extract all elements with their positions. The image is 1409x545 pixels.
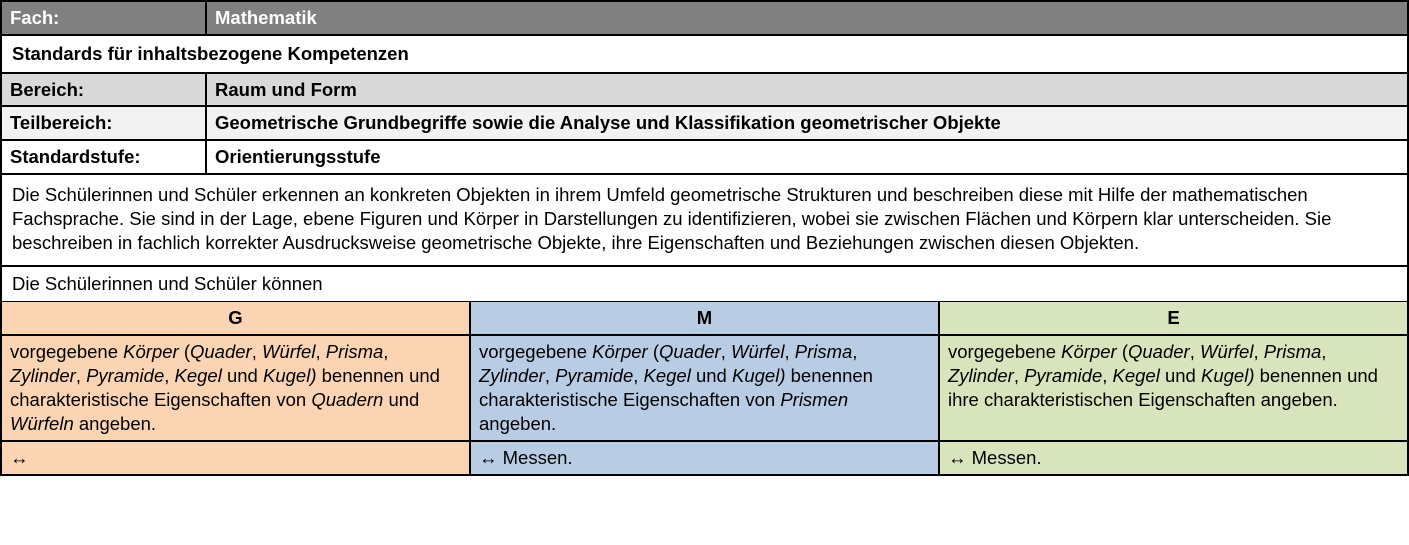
column-m-footer: ↔ Messen. bbox=[470, 441, 939, 475]
text: , bbox=[252, 341, 262, 362]
link-arrow-icon: ↔ bbox=[479, 447, 498, 468]
text: ( bbox=[179, 341, 190, 362]
text: , bbox=[545, 365, 555, 386]
text: , bbox=[315, 341, 325, 362]
standardstufe-value: Orientierungsstufe bbox=[206, 140, 1408, 174]
gme-header-row: G M E bbox=[1, 301, 1408, 335]
teilbereich-value: Geometrische Grundbegriffe sowie die Ana… bbox=[206, 106, 1408, 140]
term-kegel: Kegel bbox=[175, 365, 222, 386]
text: , bbox=[852, 341, 857, 362]
term-wuerfeln: Würfeln bbox=[10, 413, 74, 434]
term-prisma: Prisma bbox=[326, 341, 384, 362]
text: , bbox=[164, 365, 174, 386]
term-koerper: Körper bbox=[592, 341, 648, 362]
intro-text: Die Schülerinnen und Schüler können bbox=[1, 266, 1408, 301]
text: vorgegebene bbox=[10, 341, 123, 362]
text: ( bbox=[648, 341, 659, 362]
row-fach: Fach: Mathematik bbox=[1, 1, 1408, 35]
term-quadern: Quadern bbox=[311, 389, 383, 410]
gme-body-row: vorgegebene Körper (Quader, Würfel, Pris… bbox=[1, 335, 1408, 441]
fach-value: Mathematik bbox=[206, 1, 1408, 35]
bereich-label: Bereich: bbox=[1, 73, 206, 107]
standardstufe-label: Standardstufe: bbox=[1, 140, 206, 174]
term-wuerfel: Würfel bbox=[262, 341, 315, 362]
text: , bbox=[1190, 341, 1200, 362]
text: und bbox=[691, 365, 732, 386]
row-standardstufe: Standardstufe: Orientierungsstufe bbox=[1, 140, 1408, 174]
row-bereich: Bereich: Raum und Form bbox=[1, 73, 1408, 107]
text: vorgegebene bbox=[479, 341, 592, 362]
text: , bbox=[1253, 341, 1263, 362]
text: und bbox=[222, 365, 263, 386]
term-quader: Quader bbox=[1128, 341, 1190, 362]
term-koerper: Körper bbox=[123, 341, 179, 362]
curriculum-table: Fach: Mathematik Standards für inhaltsbe… bbox=[0, 0, 1409, 476]
term-prisma: Prisma bbox=[795, 341, 853, 362]
term-zylinder: Zylinder bbox=[479, 365, 545, 386]
text: , bbox=[1102, 365, 1112, 386]
term-kugel: Kugel) bbox=[263, 365, 316, 386]
fach-label: Fach: bbox=[1, 1, 206, 35]
term-quader: Quader bbox=[190, 341, 252, 362]
column-g-footer: ↔ bbox=[1, 441, 470, 475]
term-pyramide: Pyramide bbox=[555, 365, 633, 386]
text: , bbox=[383, 341, 388, 362]
text: , bbox=[76, 365, 86, 386]
text: ( bbox=[1117, 341, 1128, 362]
row-teilbereich: Teilbereich: Geometrische Grundbegriffe … bbox=[1, 106, 1408, 140]
link-arrow-icon: ↔ bbox=[10, 447, 29, 468]
term-pyramide: Pyramide bbox=[86, 365, 164, 386]
column-g-body: vorgegebene Körper (Quader, Würfel, Pris… bbox=[1, 335, 470, 441]
text: , bbox=[1321, 341, 1326, 362]
description-text: Die Schülerinnen und Schüler erkennen an… bbox=[1, 174, 1408, 266]
footer-text: Messen. bbox=[967, 447, 1042, 468]
column-m-header: M bbox=[470, 301, 939, 335]
column-m-body: vorgegebene Körper (Quader, Würfel, Pris… bbox=[470, 335, 939, 441]
text: , bbox=[1014, 365, 1024, 386]
term-pyramide: Pyramide bbox=[1024, 365, 1102, 386]
term-kegel: Kegel bbox=[644, 365, 691, 386]
term-wuerfel: Würfel bbox=[1200, 341, 1253, 362]
text: und bbox=[1160, 365, 1201, 386]
term-prismen: Prismen bbox=[780, 389, 848, 410]
text: , bbox=[633, 365, 643, 386]
text: angeben. bbox=[479, 413, 556, 434]
gme-footer-row: ↔ ↔ Messen. ↔ Messen. bbox=[1, 441, 1408, 475]
column-e-footer: ↔ Messen. bbox=[939, 441, 1408, 475]
term-zylinder: Zylinder bbox=[10, 365, 76, 386]
term-koerper: Körper bbox=[1061, 341, 1117, 362]
column-e-body: vorgegebene Körper (Quader, Würfel, Pris… bbox=[939, 335, 1408, 441]
term-wuerfel: Würfel bbox=[731, 341, 784, 362]
teilbereich-label: Teilbereich: bbox=[1, 106, 206, 140]
bereich-value: Raum und Form bbox=[206, 73, 1408, 107]
standards-title: Standards für inhaltsbezogene Kompetenze… bbox=[1, 35, 1408, 73]
text: angeben. bbox=[74, 413, 156, 434]
footer-text: Messen. bbox=[498, 447, 573, 468]
column-g-header: G bbox=[1, 301, 470, 335]
column-e-header: E bbox=[939, 301, 1408, 335]
link-arrow-icon: ↔ bbox=[948, 447, 967, 468]
term-kugel: Kugel) bbox=[1201, 365, 1254, 386]
term-quader: Quader bbox=[659, 341, 721, 362]
text: vorgegebene bbox=[948, 341, 1061, 362]
term-kegel: Kegel bbox=[1113, 365, 1160, 386]
text: und bbox=[383, 389, 419, 410]
text: , bbox=[721, 341, 731, 362]
term-kugel: Kugel) bbox=[732, 365, 785, 386]
term-prisma: Prisma bbox=[1264, 341, 1322, 362]
term-zylinder: Zylinder bbox=[948, 365, 1014, 386]
text: , bbox=[784, 341, 794, 362]
